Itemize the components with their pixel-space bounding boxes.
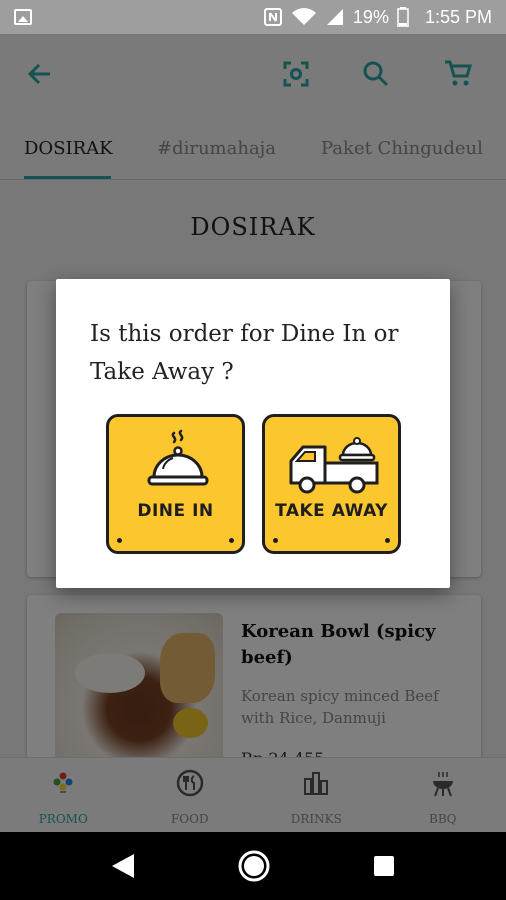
nfc-icon [263,8,282,26]
system-recents-icon[interactable] [372,854,396,878]
system-navigation-bar [0,832,506,900]
signal-icon [326,9,343,25]
delivery-truck-icon [289,437,379,494]
gallery-notification-icon [14,9,32,25]
status-bar: 19% 1:55 PM [0,0,506,34]
take-away-button[interactable]: TAKE AWAY [262,414,401,554]
dialog-title: Is this order for Dine In or Take Away ? [90,321,399,385]
battery-percent: 19% [352,6,389,27]
order-type-dialog: Is this order for Dine In or Take Away ?… [56,279,450,588]
cloche-icon [147,429,209,486]
system-home-icon[interactable] [237,849,271,883]
clock: 1:55 PM [424,6,492,27]
wifi-icon [291,8,316,25]
dine-in-button[interactable]: DINE IN [106,414,245,554]
dine-in-label: DINE IN [137,501,214,521]
battery-icon [397,7,409,27]
take-away-label: TAKE AWAY [275,501,388,521]
system-back-icon[interactable] [110,852,136,880]
